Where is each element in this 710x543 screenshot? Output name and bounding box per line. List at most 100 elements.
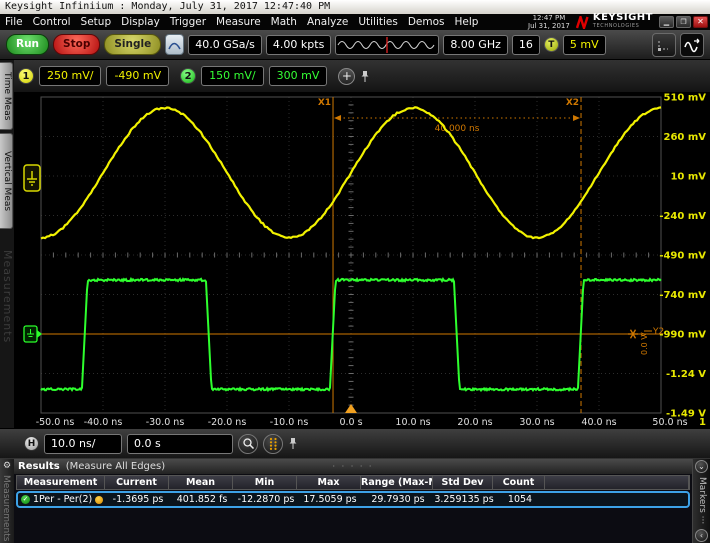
add-channel-button[interactable]: + [338,68,355,85]
menu-item-analyze[interactable]: Analyze [302,16,353,28]
tab-vertical-meas[interactable]: Vertical Meas [0,133,13,229]
svg-text:40.0 ns: 40.0 ns [581,417,616,428]
keysight-logo: KEYSIGHT TECHNOLOGIES [576,14,653,30]
toolbar-right-icons [652,33,704,57]
column-header-count[interactable]: Count [493,476,545,489]
autoscale-button[interactable] [165,34,184,55]
acquisition-points-button[interactable] [263,434,283,454]
run-button[interactable]: Run [6,34,49,55]
svg-text:0.0 s: 0.0 s [339,417,362,428]
sample-rate-field[interactable]: 40.0 GSa/s [188,35,262,55]
preview-waveform-icon [336,36,438,54]
tab-time-meas[interactable]: Time Meas [0,62,13,130]
menu-item-help[interactable]: Help [450,16,484,28]
channel2-scale-field[interactable]: 150 mV/ [201,66,263,86]
svg-text:-990 mV: -990 mV [659,330,706,341]
channel1-scale-field[interactable]: 250 mV/ [39,66,101,86]
tab-measurements-collapsed[interactable]: Measurements [0,250,14,343]
results-table-row[interactable]: ✓1Per - Per(2)-1.3695 ps401.852 fs-12.28… [16,491,690,508]
ch1-ground-marker[interactable] [24,165,40,191]
trigger-position-marker[interactable] [345,404,357,413]
menu-item-file[interactable]: File [0,16,28,28]
menu-item-demos[interactable]: Demos [403,16,450,28]
svg-text:-240 mV: -240 mV [659,211,706,222]
channel1-trace [41,107,661,238]
column-header-range-max-min-[interactable]: Range (Max-Min) [361,476,433,489]
measurement-cell-min: -12.2870 ps [234,494,298,505]
oscilloscope-window: Keysight Infiniium : Monday, July 31, 20… [0,0,710,543]
results-panel: ⚙ Measurements Results (Measure All Edge… [0,458,710,543]
svg-text:510 mV: 510 mV [663,93,706,104]
menu-item-measure[interactable]: Measure [211,16,266,28]
timebase-field[interactable]: 10.0 ns/ [44,434,122,454]
collapse-up-button[interactable]: ⌄ [695,460,708,473]
waveform-display[interactable]: >0.0 VY2X1X240.000 ns-50.0 ns-40.0 ns-30… [14,92,710,428]
pin-icon[interactable] [288,437,298,450]
brand-subtitle: TECHNOLOGIES [593,22,653,30]
acquisition-preview[interactable] [335,35,439,55]
horizontal-badge[interactable]: H [24,436,39,451]
zoom-mode-button[interactable] [238,434,258,454]
measurement-warning-icon [95,496,103,504]
channel2-badge[interactable]: 2 [180,68,196,84]
restore-button[interactable]: ❐ [676,16,691,28]
pin-icon[interactable] [360,70,370,83]
y2-marker-line[interactable]: >0.0 VY2 [41,327,664,355]
menu-item-utilities[interactable]: Utilities [353,16,403,28]
minimize-button[interactable]: ▁ [659,16,674,28]
memory-depth-field[interactable]: 4.00 kpts [266,35,331,55]
menu-item-control[interactable]: Control [28,16,76,28]
measurement-cell-range-max-min-: 29.7930 ps [362,494,434,505]
measurement-cell-max: 17.5059 ps [298,494,362,505]
menu-item-math[interactable]: Math [266,16,302,28]
gear-icon[interactable]: ⚙ [1,460,13,472]
waveform-mode-button[interactable] [680,33,704,57]
drag-handle-dots[interactable]: · · · · · [333,462,374,471]
keysight-spark-icon [576,16,590,29]
markers-tab[interactable]: Markers ··· [697,477,707,524]
trigger-badge[interactable]: T [544,37,559,52]
results-header: Results (Measure All Edges) · · · · · [14,459,692,474]
results-subtitle: (Measure All Edges) [66,461,165,472]
svg-text:-490 mV: -490 mV [659,251,706,262]
close-button[interactable]: ✕ [693,16,708,28]
svg-text:-20.0 ns: -20.0 ns [208,417,247,428]
bandwidth-field[interactable]: 8.00 GHz [443,35,508,55]
window-buttons: ▁ ❐ ✕ [659,16,708,28]
menu-item-display[interactable]: Display [116,16,165,28]
collapse-left-button[interactable]: ‹ [695,529,708,542]
column-header-current[interactable]: Current [105,476,169,489]
horizontal-position-field[interactable]: 0.0 s [127,434,233,454]
svg-text:40.000 ns: 40.000 ns [435,124,480,134]
acquisition-toolbar: Run Stop Single 40.0 GSa/s 4.00 kpts 8.0… [0,30,710,60]
measurement-cell-count: 1054 [494,494,546,505]
column-header-min[interactable]: Min [233,476,297,489]
column-header-max[interactable]: Max [297,476,361,489]
dot-columns-icon [267,437,279,451]
channel-bar: 1 250 mV/ -490 mV 2 150 mV/ 300 mV + [14,60,710,92]
column-header-std-dev[interactable]: Std Dev [433,476,493,489]
svg-text:20.0 ns: 20.0 ns [457,417,492,428]
measurement-cell-current: -1.3695 ps [106,494,170,505]
results-title: Results [18,461,60,472]
channel1-badge[interactable]: 1 [18,68,34,84]
svg-text:-740 mV: -740 mV [659,290,706,301]
zoom-box-button[interactable] [652,33,676,57]
stop-button[interactable]: Stop [53,34,100,55]
column-header-measurement[interactable]: Measurement [17,476,105,489]
brand-name: KEYSIGHT [593,14,653,22]
channel2-offset-field[interactable]: 300 mV [269,66,328,86]
channel1-offset-field[interactable]: -490 mV [106,66,169,86]
menu-item-setup[interactable]: Setup [76,16,117,28]
svg-text:-1.24 V: -1.24 V [666,369,706,380]
results-table-header: MeasurementCurrentMeanMinMaxRange (Max-M… [16,475,690,490]
curve-icon [168,38,181,51]
results-table: MeasurementCurrentMeanMinMaxRange (Max-M… [14,474,692,543]
results-measurements-tab[interactable]: Measurements [1,475,11,541]
trigger-level-field[interactable]: 5 mV [563,35,606,55]
single-button[interactable]: Single [104,34,161,55]
averaging-field[interactable]: 16 [512,35,540,55]
menu-item-trigger[interactable]: Trigger [165,16,211,28]
ch2-ground-marker[interactable] [24,326,42,342]
column-header-mean[interactable]: Mean [169,476,233,489]
